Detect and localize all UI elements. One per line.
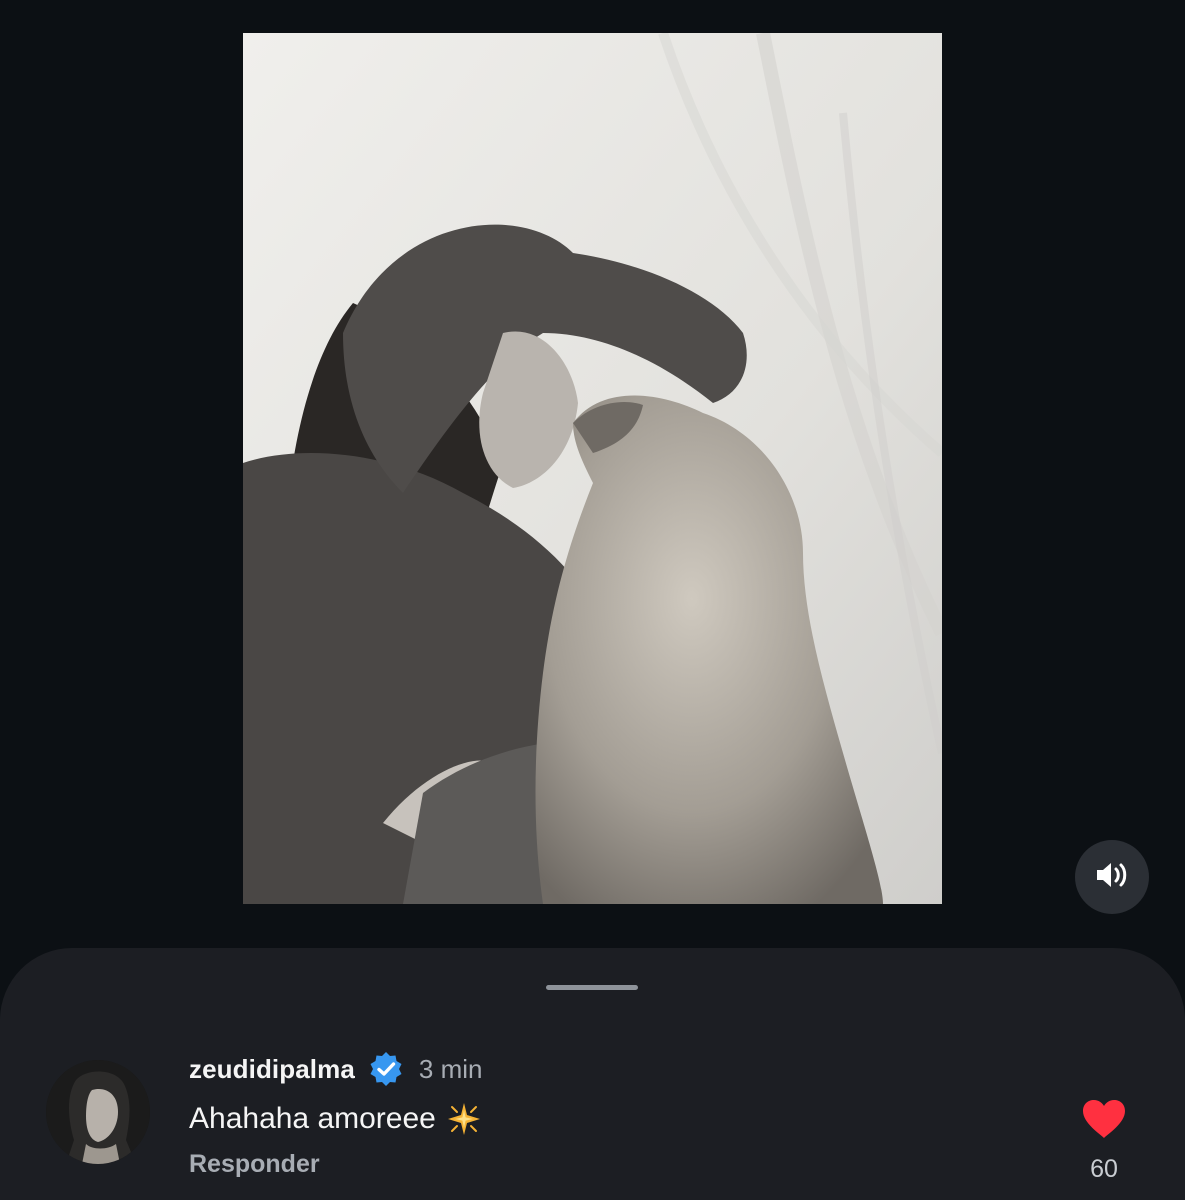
comment-username[interactable]: zeudidipalma [189,1054,355,1085]
sparkle-star-emoji [446,1101,482,1137]
sheet-drag-handle[interactable] [546,985,638,990]
comment-time: 3 min [418,1053,483,1084]
comment-body: Ahahaha amoreee [189,1099,482,1139]
screen: zeudidipalma 3 min Ahahaha amoreee Respo… [0,0,1185,1200]
comments-sheet: zeudidipalma 3 min Ahahaha amoreee Respo… [0,948,1185,1200]
like-count: 60 [1090,1155,1118,1183]
avatar[interactable] [46,1060,150,1164]
heart-filled-icon[interactable] [1081,1098,1127,1140]
verified-badge-icon [367,1050,405,1088]
post-photo[interactable] [243,33,942,904]
comment-header: zeudidipalma 3 min [189,1051,482,1087]
reply-button[interactable]: Responder [189,1150,320,1179]
speaker-on-icon [1095,860,1129,895]
sound-toggle-button[interactable] [1075,840,1149,914]
comment-text: Ahahaha amoreee [189,1102,436,1135]
